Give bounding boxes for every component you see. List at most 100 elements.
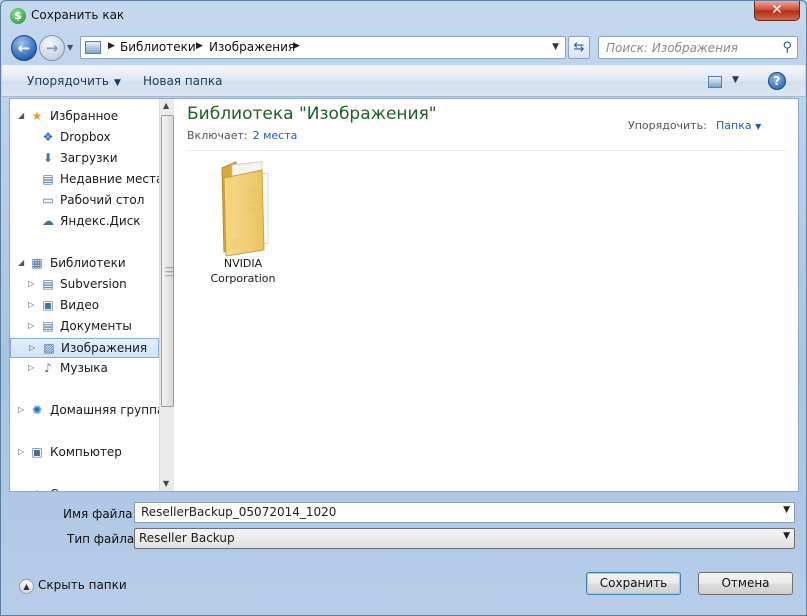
collapse-arrow-icon[interactable]: ◢ <box>18 258 24 267</box>
navigation-scrollbar[interactable]: ▲ — — — ▼ <box>159 99 174 491</box>
expand-arrow-icon[interactable]: ▷ <box>18 447 24 456</box>
arrange-by-label: Упорядочить: <box>628 119 707 132</box>
save-button[interactable]: Сохранить <box>586 572 681 595</box>
address-dropdown-icon[interactable]: ▼ <box>552 42 559 52</box>
computer-icon: ▣ <box>31 445 43 459</box>
app-icon: $ <box>10 8 26 24</box>
filetype-label: Тип файла: <box>67 532 139 546</box>
breadcrumb-separator-icon[interactable]: ▶ <box>196 41 203 51</box>
window-title: Сохранить как <box>31 8 125 22</box>
recent-pages-dropdown-icon[interactable]: ▼ <box>67 43 73 52</box>
downloads-folder-icon: ⬇ <box>42 151 54 165</box>
nav-item[interactable]: ▷ ▨ Изображения <box>10 338 159 358</box>
nav-item[interactable]: ▷ ▤ Subversion <box>10 275 159 295</box>
chevron-down-icon[interactable]: ▼ <box>783 531 790 541</box>
expand-arrow-icon[interactable]: ▷ <box>28 300 34 309</box>
documents-library-icon: ▤ <box>42 319 54 333</box>
nav-item-label: Домашняя группа <box>50 403 159 417</box>
nav-item-label: Документы <box>60 319 132 333</box>
title-bar[interactable]: $ Сохранить как ✕ <box>1 1 806 31</box>
search-icon[interactable]: ⚲ <box>782 40 792 55</box>
scrollbar-thumb[interactable]: — — — <box>161 115 174 407</box>
nav-item[interactable]: ▷▤Недавние места <box>10 170 159 190</box>
nav-item[interactable]: ▷▭Рабочий стол <box>10 191 159 211</box>
nav-item[interactable]: ▷ ▣ Компьютер <box>10 443 159 463</box>
collapse-arrow-icon[interactable]: ◢ <box>18 111 24 120</box>
includes-locations-link[interactable]: 2 места <box>253 129 298 142</box>
homegroup-icon: ✺ <box>31 403 43 417</box>
expand-arrow-icon[interactable]: ▷ <box>18 489 24 491</box>
nav-item-label: Сеть <box>50 487 80 491</box>
browser-area: ◢ ★ Избранное ▷ ❖ Dropbox ▷ ⬇ Загрузки ▷ ▤ Недавние… <box>9 98 799 492</box>
nav-item-label: Библиотеки <box>50 256 126 270</box>
nav-item[interactable]: ▷⬇Загрузки <box>10 149 159 169</box>
refresh-button[interactable]: ⇆ <box>568 36 590 59</box>
pictures-library-icon <box>85 41 101 54</box>
chevron-down-icon: ▼ <box>113 78 121 88</box>
desktop-icon: ▭ <box>42 193 54 207</box>
nav-item[interactable]: ▷ ♪ Музыка <box>10 359 159 379</box>
nav-item-label: Избранное <box>50 109 119 123</box>
command-toolbar: Упорядочить ▼ Новая папка ▼ ? <box>2 65 805 97</box>
scroll-down-icon[interactable]: ▼ <box>163 479 169 488</box>
nav-item[interactable]: ▷☁Яндекс.Диск <box>10 212 159 232</box>
chevron-down-icon[interactable]: ▼ <box>783 505 790 515</box>
nav-item-label: Компьютер <box>50 445 122 459</box>
back-button[interactable]: ← <box>11 35 37 61</box>
nav-item[interactable]: ◢ ★ Избранное <box>10 107 159 127</box>
navigation-pane[interactable]: ◢ ★ Избранное ▷ ❖ Dropbox ▷ ⬇ Загрузки ▷ ▤ Недавние… <box>10 99 159 491</box>
nav-item-label: Dropbox <box>60 130 111 144</box>
change-view-icon[interactable] <box>708 76 722 88</box>
breadcrumb-separator-icon[interactable]: ▶ <box>108 41 115 51</box>
expand-arrow-icon[interactable]: ▷ <box>18 405 24 414</box>
search-input[interactable]: Поиск: Изображения ⚲ <box>598 36 798 59</box>
nav-item[interactable]: ◢ ▦ Библиотеки <box>10 254 159 274</box>
nav-item[interactable]: ▷❖Dropbox <box>10 128 159 148</box>
filename-value: ResellerBackup_05072014_1020 <box>141 505 337 519</box>
expand-arrow-icon[interactable]: ▷ <box>29 343 35 352</box>
organize-button[interactable]: Упорядочить ▼ <box>27 74 121 88</box>
expand-arrow-icon[interactable]: ▷ <box>28 321 34 330</box>
libraries-icon: ▦ <box>31 256 43 270</box>
arrange-by-dropdown[interactable]: Папка ▼ <box>716 119 761 132</box>
nav-item-label: Яндекс.Диск <box>60 214 141 228</box>
library-title: Библиотека "Изображения" <box>187 104 437 124</box>
chevron-down-icon: ▼ <box>755 122 762 131</box>
hide-folders-toggle[interactable]: ▲ Скрыть папки <box>19 578 127 594</box>
grip-icon: — — — <box>165 263 174 281</box>
breadcrumb-separator-icon[interactable]: ▶ <box>293 41 300 51</box>
video-library-icon: ▣ <box>42 298 54 312</box>
nav-item[interactable]: ▷ ▣ Видео <box>10 296 159 316</box>
folder-name: NVIDIA Corporation <box>187 256 299 286</box>
expand-arrow-icon[interactable]: ▷ <box>28 279 34 288</box>
file-view[interactable]: Библиотека "Изображения" Включает: 2 мест… <box>175 99 798 491</box>
nav-item[interactable]: ▷ ▤ Документы <box>10 317 159 337</box>
includes-label: Включает: <box>187 129 248 142</box>
forward-button[interactable]: → <box>39 35 65 61</box>
view-options-dropdown-icon[interactable]: ▼ <box>732 75 739 85</box>
library-icon: ▤ <box>42 277 54 291</box>
close-button[interactable]: ✕ <box>754 1 800 21</box>
hide-folders-label: Скрыть папки <box>38 578 127 592</box>
nav-item[interactable]: ▷ ✺ Домашняя группа <box>10 401 159 421</box>
nav-item[interactable]: ▷ ✦ Сеть <box>10 485 159 491</box>
filetype-select[interactable]: Reseller Backup ▼ <box>134 528 795 549</box>
breadcrumb-libraries[interactable]: Библиотеки <box>120 40 196 54</box>
filename-field[interactable]: ResellerBackup_05072014_1020 ▼ <box>134 502 795 523</box>
folder-item[interactable]: NVIDIA Corporation <box>187 156 299 296</box>
music-library-icon: ♪ <box>44 361 52 375</box>
header-divider <box>187 150 786 151</box>
star-icon: ★ <box>31 109 43 123</box>
folder-name-text: NVIDIA Corporation <box>210 257 276 285</box>
cancel-button[interactable]: Отмена <box>698 572 793 595</box>
breadcrumb-pictures[interactable]: Изображения <box>209 40 295 54</box>
expand-arrow-icon[interactable]: ▷ <box>28 363 34 372</box>
help-icon[interactable]: ? <box>768 72 786 90</box>
scroll-up-icon[interactable]: ▲ <box>163 101 169 110</box>
recent-places-icon: ▤ <box>42 172 54 186</box>
filename-label: Имя файла: <box>63 507 137 521</box>
address-bar[interactable]: ▶ Библиотеки ▶ Изображения ▶ ▼ <box>80 36 566 59</box>
search-placeholder: Поиск: Изображения <box>606 41 738 55</box>
new-folder-button[interactable]: Новая папка <box>143 74 222 88</box>
address-row: ← → ▼ ▶ Библиотеки ▶ Изображения ▶ ▼ ⇆ П… <box>1 32 806 64</box>
